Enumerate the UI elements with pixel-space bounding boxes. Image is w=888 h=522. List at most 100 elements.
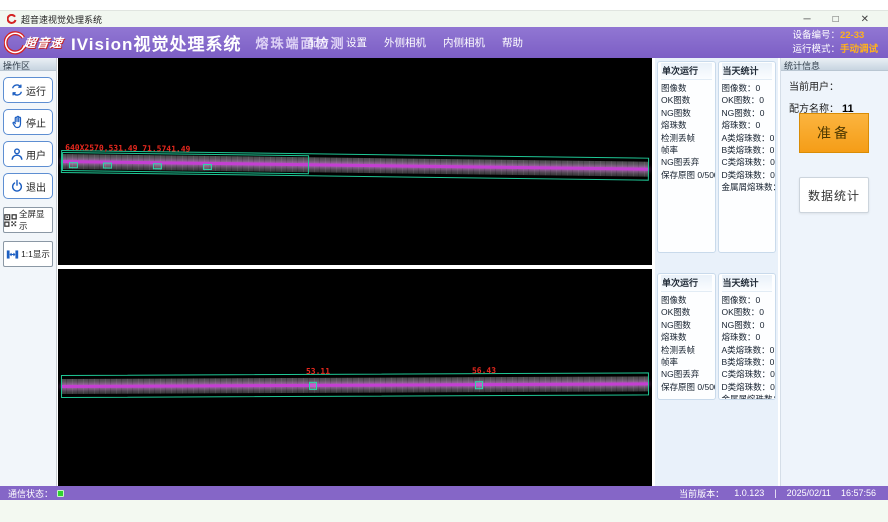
comm-status-indicator	[57, 490, 64, 497]
current-user-label: 当前用户：	[789, 82, 839, 93]
stat-row: OK图数	[661, 306, 712, 318]
detection-box	[103, 163, 112, 169]
one-to-one-button-label: 1:1显示	[21, 248, 50, 260]
stat-row: C类熔珠数：0	[722, 156, 773, 168]
device-info: 设备编号：22-33 运行模式：手动调试	[792, 29, 878, 56]
menu-item-settings[interactable]: 设置	[346, 35, 367, 50]
stat-row: NG图数	[661, 319, 712, 331]
detection-box	[203, 164, 212, 170]
user-button[interactable]: 用户	[3, 141, 53, 167]
stat-row: OK图数	[661, 94, 712, 106]
stop-button[interactable]: 停止	[3, 109, 53, 135]
stat-row: 保存原图 0/500	[661, 381, 712, 393]
stat-row: NG图丢弃	[661, 368, 712, 380]
stat-row: 熔珠数：0	[722, 331, 773, 343]
stat-row: OK图数：0	[722, 94, 773, 106]
stat-row: 金属屑熔珠数：0	[722, 181, 773, 193]
exit-button-label: 退出	[26, 179, 46, 194]
run-mode-label: 运行模式：	[792, 44, 840, 55]
brand-text: 超音速	[23, 34, 64, 51]
stat-row: D类熔珠数：0	[722, 169, 773, 181]
detection-box	[475, 381, 483, 389]
stat-row: B类熔珠数：0	[722, 356, 773, 368]
run-stats-box: 单次运行 图像数OK图数NG图数熔珠数检测丢帧帧率NG图丢弃保存原图 0/500	[657, 273, 716, 400]
stat-row: NG图丢弃	[661, 156, 712, 168]
stat-row: 金属屑熔珠数：0	[722, 393, 773, 400]
prepare-button[interactable]: 准备	[799, 113, 869, 153]
stat-row: 熔珠数	[661, 331, 712, 343]
camera1-stats-panel: 单次运行 图像数OK图数NG图数熔珠数检测丢帧帧率NG图丢弃保存原图 0/500…	[657, 61, 776, 253]
stat-row: 图像数：0	[722, 82, 773, 94]
measurement-label: 56.43	[472, 366, 496, 375]
run-button-label: 运行	[26, 83, 46, 98]
detection-box	[309, 382, 317, 390]
stat-row: NG图数	[661, 107, 712, 119]
status-date: 2025/02/11	[787, 488, 831, 498]
user-icon	[10, 147, 24, 161]
minimize-button[interactable]: ─	[803, 12, 810, 27]
stat-row: 熔珠数：0	[722, 119, 773, 131]
data-statistics-button[interactable]: 数据统计	[799, 177, 869, 213]
version-value: 1.0.123	[734, 488, 764, 498]
info-panel-title: 统计信息	[781, 58, 888, 71]
operation-sidebar: 操作区 运行 停止 用户	[0, 58, 57, 486]
stat-row: D类熔珠数：0	[722, 381, 773, 393]
app-icon	[7, 14, 17, 24]
stat-row: 图像数	[661, 294, 712, 306]
menu-item-inner-camera[interactable]: 内侧相机	[443, 35, 485, 50]
roi-rectangle-inner	[62, 152, 309, 174]
qr-icon	[4, 214, 17, 227]
camera-display-area: 640X2570,531.49 71.5741.49 53.11 56.43	[58, 58, 653, 486]
stat-row: C类熔珠数：0	[722, 368, 773, 380]
status-time: 16:57:56	[841, 488, 876, 498]
detection-box	[153, 163, 162, 169]
stat-row: 保存原图 0/500	[661, 169, 712, 181]
power-icon	[10, 179, 24, 193]
stat-row: 检测丢帧	[661, 344, 712, 356]
stat-row: 图像数：0	[722, 294, 773, 306]
stat-row: NG图数：0	[722, 107, 773, 119]
maximize-button[interactable]: □	[833, 12, 839, 27]
one-to-one-button[interactable]: 1:1显示	[3, 241, 53, 267]
user-button-label: 用户	[26, 147, 46, 162]
menu-item-help[interactable]: 帮助	[502, 35, 523, 50]
fullscreen-button-label: 全屏显示	[19, 208, 52, 232]
window-title-bar: 超音速视觉处理系统 ─ □ ✕	[0, 10, 888, 27]
desktop-background	[0, 500, 888, 522]
stat-row: 熔珠数	[661, 119, 712, 131]
run-stats-box: 单次运行 图像数OK图数NG图数熔珠数检测丢帧帧率NG图丢弃保存原图 0/500	[657, 61, 716, 253]
hand-icon	[10, 115, 24, 129]
main-menu: 配方 设置 外侧相机 内侧相机 帮助	[308, 27, 523, 58]
fullscreen-button[interactable]: 全屏显示	[3, 207, 53, 233]
stat-row: NG图数：0	[722, 319, 773, 331]
menu-item-recipe[interactable]: 配方	[308, 35, 329, 50]
comm-status-label: 通信状态：	[8, 487, 53, 500]
day-stats-box: 当天统计 图像数：0OK图数：0NG图数：0熔珠数：0A类熔珠数：0B类熔珠数：…	[718, 273, 777, 400]
stat-row: A类熔珠数：0	[722, 344, 773, 356]
menu-item-outer-camera[interactable]: 外侧相机	[384, 35, 426, 50]
statistics-column: 单次运行 图像数OK图数NG图数熔珠数检测丢帧帧率NG图丢弃保存原图 0/500…	[655, 58, 778, 486]
sync-icon	[10, 83, 24, 97]
status-bar: 通信状态： 当前版本： 1.0.123 | 2025/02/11 16:57:5…	[0, 486, 888, 500]
camera2-view: 53.11 56.43	[58, 269, 652, 486]
run-button[interactable]: 运行	[3, 77, 53, 103]
one-to-one-icon	[6, 248, 19, 261]
info-panel: 统计信息 当前用户： 配方名称：11 准备 数据统计	[780, 58, 888, 486]
run-stats-header: 单次运行	[661, 63, 712, 80]
main-area: 操作区 运行 停止 用户	[0, 58, 888, 486]
app-header: 超音速 IVision视觉处理系统 熔珠端面检测 配方 设置 外侧相机 内侧相机…	[0, 27, 888, 58]
stat-row: 帧率	[661, 356, 712, 368]
detection-box	[69, 162, 78, 168]
version-label: 当前版本：	[679, 487, 724, 500]
stat-row: 帧率	[661, 144, 712, 156]
stat-row: B类熔珠数：0	[722, 144, 773, 156]
day-stats-box: 当天统计 图像数：0OK图数：0NG图数：0熔珠数：0A类熔珠数：0B类熔珠数：…	[718, 61, 777, 253]
exit-button[interactable]: 退出	[3, 173, 53, 199]
run-stats-header: 单次运行	[661, 275, 712, 292]
camera1-view: 640X2570,531.49 71.5741.49	[58, 58, 652, 265]
stat-row: 图像数	[661, 82, 712, 94]
sidebar-title: 操作区	[0, 58, 56, 71]
stat-row: 检测丢帧	[661, 132, 712, 144]
close-button[interactable]: ✕	[861, 12, 869, 27]
run-mode-value: 手动调试	[840, 44, 878, 55]
